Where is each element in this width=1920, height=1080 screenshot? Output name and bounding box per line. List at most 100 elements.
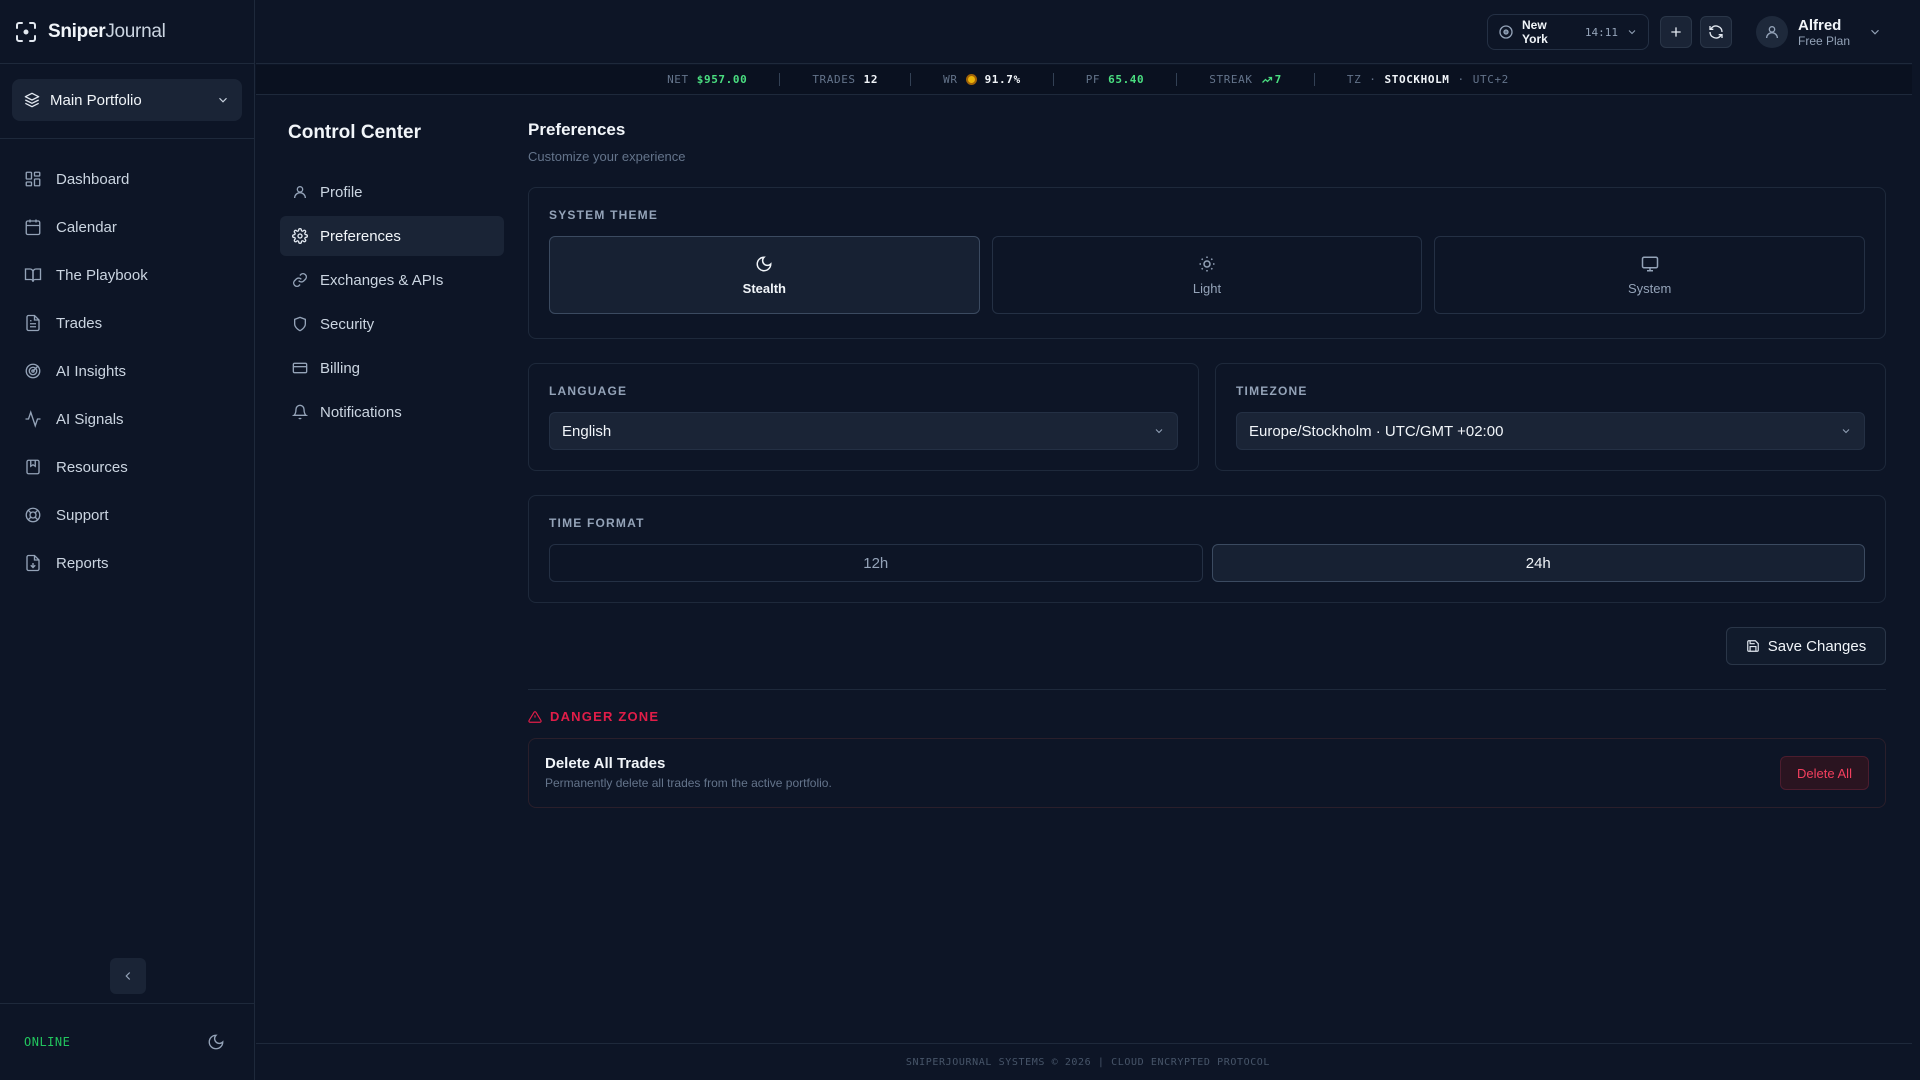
time-format-24h[interactable]: 24h bbox=[1211, 544, 1865, 582]
footer-text: SNIPERJOURNAL SYSTEMS © 2026 | CLOUD ENC… bbox=[905, 1056, 1271, 1068]
footer: SNIPERJOURNAL SYSTEMS © 2026 | CLOUD ENC… bbox=[256, 1043, 1920, 1080]
clock-time: 14:11 bbox=[1584, 25, 1618, 39]
market-clock[interactable]: New York 14:11 bbox=[1487, 14, 1649, 50]
portfolio-label: Main Portfolio bbox=[50, 91, 142, 109]
sidebar-item-trades[interactable]: Trades bbox=[12, 303, 242, 343]
delete-trades-card: Delete All Trades Permanently delete all… bbox=[528, 738, 1886, 808]
settings-item-security[interactable]: Security bbox=[280, 304, 504, 344]
preferences-panel: Preferences Customize your experience SY… bbox=[528, 120, 1886, 808]
delete-trades-description: Permanently delete all trades from the a… bbox=[545, 776, 832, 790]
time-format-12h[interactable]: 12h bbox=[549, 544, 1203, 582]
sidebar-item-label: The Playbook bbox=[56, 266, 148, 284]
user-menu[interactable]: Alfred Free Plan bbox=[1756, 12, 1882, 52]
theme-option-light[interactable]: Light bbox=[991, 236, 1423, 314]
time-format-card: TIME FORMAT 12h 24h bbox=[528, 495, 1886, 603]
stat-label: WR bbox=[943, 73, 958, 86]
user-icon bbox=[292, 184, 308, 200]
credit-card-icon bbox=[292, 360, 308, 376]
logo[interactable]: SniperJournal bbox=[0, 0, 254, 64]
settings-item-label: Security bbox=[320, 315, 375, 333]
user-plan: Free Plan bbox=[1798, 33, 1851, 48]
app-name: SniperJournal bbox=[48, 21, 166, 43]
sidebar-item-calendar[interactable]: Calendar bbox=[12, 207, 242, 247]
add-button[interactable] bbox=[1660, 16, 1692, 48]
scrollbar[interactable] bbox=[1912, 0, 1920, 1080]
main-nav: Dashboard Calendar The Playbook Trades A… bbox=[0, 139, 254, 583]
settings-item-profile[interactable]: Profile bbox=[280, 172, 504, 212]
sidebar-item-resources[interactable]: Resources bbox=[12, 447, 242, 487]
language-select[interactable]: English bbox=[549, 412, 1178, 450]
top-bar: New York 14:11 Alfred Free Plan bbox=[256, 0, 1920, 64]
language-label: LANGUAGE bbox=[549, 384, 628, 398]
stat-label: NET bbox=[667, 73, 689, 86]
sidebar-item-ai-signals[interactable]: AI Signals bbox=[12, 399, 242, 439]
user-name: Alfred bbox=[1798, 16, 1842, 34]
file-download-icon bbox=[24, 554, 42, 572]
separator-dot: · bbox=[1369, 73, 1377, 86]
chevron-left-icon bbox=[121, 969, 135, 983]
save-changes-button[interactable]: Save Changes bbox=[1726, 627, 1886, 665]
sidebar-item-ai-insights[interactable]: AI Insights bbox=[12, 351, 242, 391]
theme-card: SYSTEM THEME Stealth Light System bbox=[528, 187, 1886, 339]
stat-value: 65.40 bbox=[1108, 73, 1145, 86]
stat-value: 7 bbox=[1274, 73, 1282, 86]
app-name-part1: Sniper bbox=[48, 20, 106, 42]
bookmark-icon bbox=[24, 458, 42, 476]
control-center-title: Control Center bbox=[288, 122, 421, 143]
sidebar-item-dashboard[interactable]: Dashboard bbox=[12, 159, 242, 199]
portfolio-selector[interactable]: Main Portfolio bbox=[12, 79, 242, 121]
save-changes-label: Save Changes bbox=[1767, 637, 1867, 655]
clock-city: New York bbox=[1522, 18, 1548, 46]
chevron-down-icon bbox=[1868, 25, 1882, 39]
bell-icon bbox=[292, 404, 308, 420]
separator-dot: · bbox=[1457, 73, 1465, 86]
stat-streak: STREAK 7 bbox=[1176, 73, 1314, 86]
sidebar-item-playbook[interactable]: The Playbook bbox=[12, 255, 242, 295]
theme-option-label: System bbox=[1628, 280, 1672, 296]
stat-offset: UTC+2 bbox=[1472, 73, 1509, 86]
stat-label: TRADES bbox=[812, 73, 856, 86]
stat-win-rate: WR 91.7% bbox=[910, 73, 1053, 86]
sidebar-item-reports[interactable]: Reports bbox=[12, 543, 242, 583]
sidebar-footer: ONLINE bbox=[0, 1003, 255, 1080]
theme-option-system[interactable]: System bbox=[1434, 236, 1866, 314]
sidebar-item-label: Trades bbox=[56, 314, 103, 332]
sidebar-item-label: Dashboard bbox=[56, 170, 130, 188]
collapse-sidebar-button[interactable] bbox=[110, 958, 146, 994]
settings-item-label: Preferences bbox=[320, 227, 401, 245]
crosshair-logo-icon bbox=[14, 20, 38, 44]
settings-nav: Profile Preferences Exchanges & APIs Sec… bbox=[280, 172, 504, 436]
book-icon bbox=[24, 266, 42, 284]
save-icon bbox=[1746, 639, 1760, 653]
file-text-icon bbox=[24, 314, 42, 332]
settings-item-label: Exchanges & APIs bbox=[320, 271, 444, 289]
user-icon bbox=[1764, 24, 1780, 40]
settings-item-billing[interactable]: Billing bbox=[280, 348, 504, 388]
delete-all-button[interactable]: Delete All bbox=[1780, 756, 1869, 790]
theme-option-stealth[interactable]: Stealth bbox=[549, 236, 980, 314]
stat-value: 91.7% bbox=[984, 73, 1021, 86]
sidebar-item-label: Reports bbox=[56, 554, 109, 572]
delete-trades-title: Delete All Trades bbox=[545, 755, 666, 772]
time-format-options: 12h 24h bbox=[549, 544, 1865, 582]
moon-icon[interactable] bbox=[207, 1033, 225, 1051]
theme-option-label: Stealth bbox=[742, 280, 786, 296]
settings-item-preferences[interactable]: Preferences bbox=[280, 216, 504, 256]
timezone-select[interactable]: Europe/Stockholm · UTC/GMT +02:00 bbox=[1236, 412, 1865, 450]
sidebar-item-support[interactable]: Support bbox=[12, 495, 242, 535]
settings-item-label: Notifications bbox=[320, 403, 402, 421]
settings-item-notifications[interactable]: Notifications bbox=[280, 392, 504, 432]
coin-icon bbox=[965, 74, 977, 85]
refresh-button[interactable] bbox=[1700, 16, 1732, 48]
stat-profit-factor: PF 65.40 bbox=[1052, 73, 1177, 86]
language-card: LANGUAGE English bbox=[528, 363, 1199, 471]
stat-trades: TRADES 12 bbox=[779, 73, 910, 86]
stat-value: $957.00 bbox=[696, 73, 748, 86]
theme-label: SYSTEM THEME bbox=[549, 208, 659, 222]
warning-icon bbox=[528, 710, 542, 724]
sidebar-item-label: Support bbox=[56, 506, 109, 524]
monitor-icon bbox=[1641, 255, 1659, 273]
settings-item-exchanges[interactable]: Exchanges & APIs bbox=[280, 260, 504, 300]
danger-zone-label: DANGER ZONE bbox=[550, 709, 660, 724]
refresh-icon bbox=[1708, 24, 1724, 40]
